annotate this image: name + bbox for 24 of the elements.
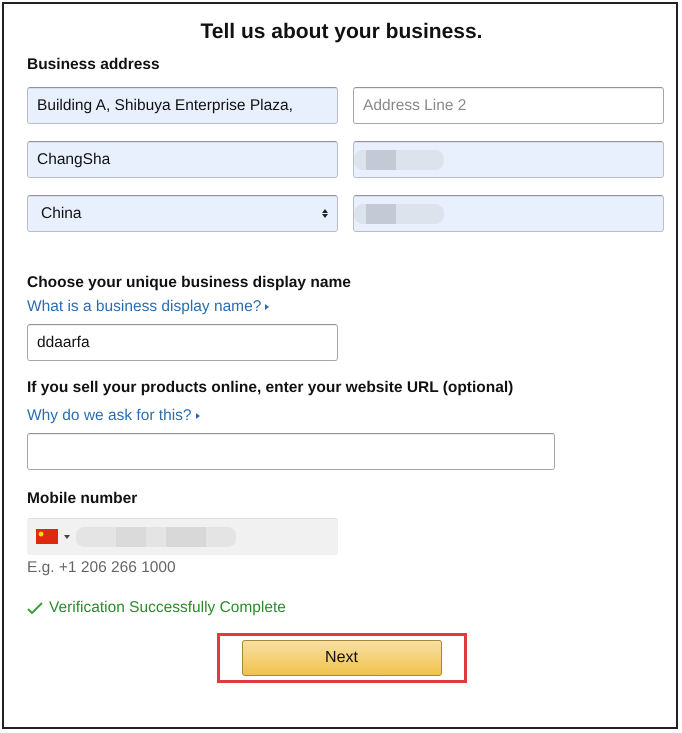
updown-caret-icon [322,209,328,218]
help-link[interactable]: What is a business display name? [27,298,270,316]
field-label: Mobile number [27,490,138,508]
country-select[interactable]: China [27,195,338,232]
field-label: Choose your unique business display name [27,274,352,292]
help-link[interactable]: Why do we ask for this? [27,407,200,425]
chevron-right-icon [265,304,270,310]
caret-down-icon [64,534,70,538]
chevron-right-icon [196,413,200,419]
address-field[interactable]: Address Line 2 [353,87,664,124]
mobile-number-field[interactable] [27,518,338,555]
phone-example-hint: E.g. +1 206 266 1000 [27,559,177,577]
website-url-field[interactable] [27,433,555,470]
address-field[interactable]: ChangSha [27,141,338,178]
address-field[interactable] [353,195,664,232]
flag-icon [36,529,58,544]
next-button[interactable]: Next [242,640,442,676]
display-name-field[interactable]: ddaarfa [27,324,338,361]
address-field[interactable] [353,141,664,178]
page-title: Tell us about your business. [200,20,484,44]
address-field[interactable]: Building A, Shibuya Enterprise Plaza, [27,87,338,124]
verification-message: Verification Successfully Complete [49,599,286,617]
field-label: If you sell your products online, enter your website URL (optional) [27,379,514,397]
field-label: Business address [27,56,161,74]
